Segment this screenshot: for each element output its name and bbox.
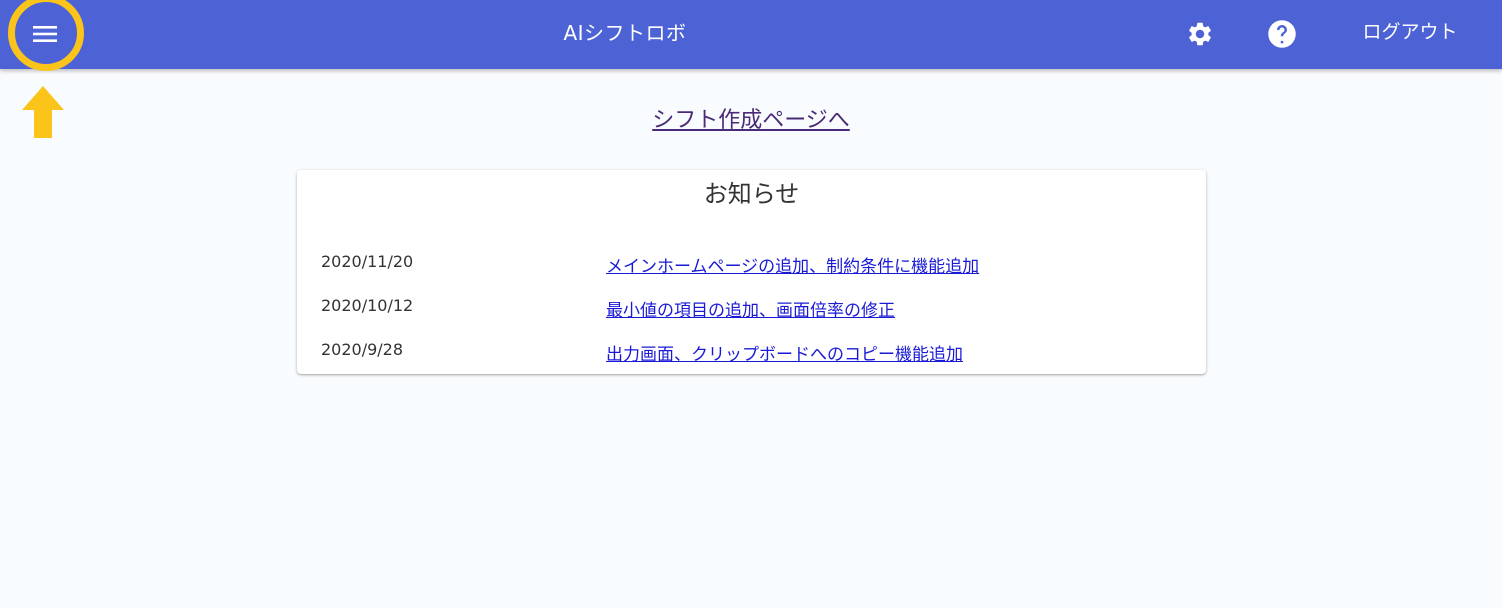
news-card: お知らせ 2020/11/20 メインホームページの追加、制約条件に機能追加 2… (297, 170, 1206, 374)
news-item: 2020/10/12 最小値の項目の追加、画面倍率の修正 (297, 296, 1206, 322)
news-title: お知らせ (703, 180, 800, 208)
create-shift-link-container: シフト作成ページへ (0, 102, 1502, 134)
news-item: 2020/11/20 メインホームページの追加、制約条件に機能追加 (297, 252, 1206, 278)
gear-icon (1189, 22, 1211, 46)
news-link[interactable]: 出力画面、クリップボードへのコピー機能追加 (606, 340, 963, 365)
news-date: 2020/10/12 (321, 296, 414, 315)
settings-button[interactable] (1183, 17, 1217, 51)
news-date: 2020/9/28 (321, 340, 404, 359)
app-title: AIシフトロボ (563, 21, 687, 45)
logout-button[interactable]: ログアウト (1340, 17, 1480, 49)
news-date: 2020/11/20 (321, 252, 414, 271)
question-circle-icon (1268, 20, 1296, 48)
news-item: 2020/9/28 出力画面、クリップボードへのコピー機能追加 (297, 340, 1206, 366)
news-link[interactable]: 最小値の項目の追加、画面倍率の修正 (606, 296, 895, 321)
help-button[interactable] (1265, 17, 1299, 51)
create-shift-link[interactable]: シフト作成ページへ (652, 108, 850, 133)
app-bar: AIシフトロボ ログアウト (0, 0, 1502, 69)
news-link[interactable]: メインホームページの追加、制約条件に機能追加 (606, 252, 979, 277)
